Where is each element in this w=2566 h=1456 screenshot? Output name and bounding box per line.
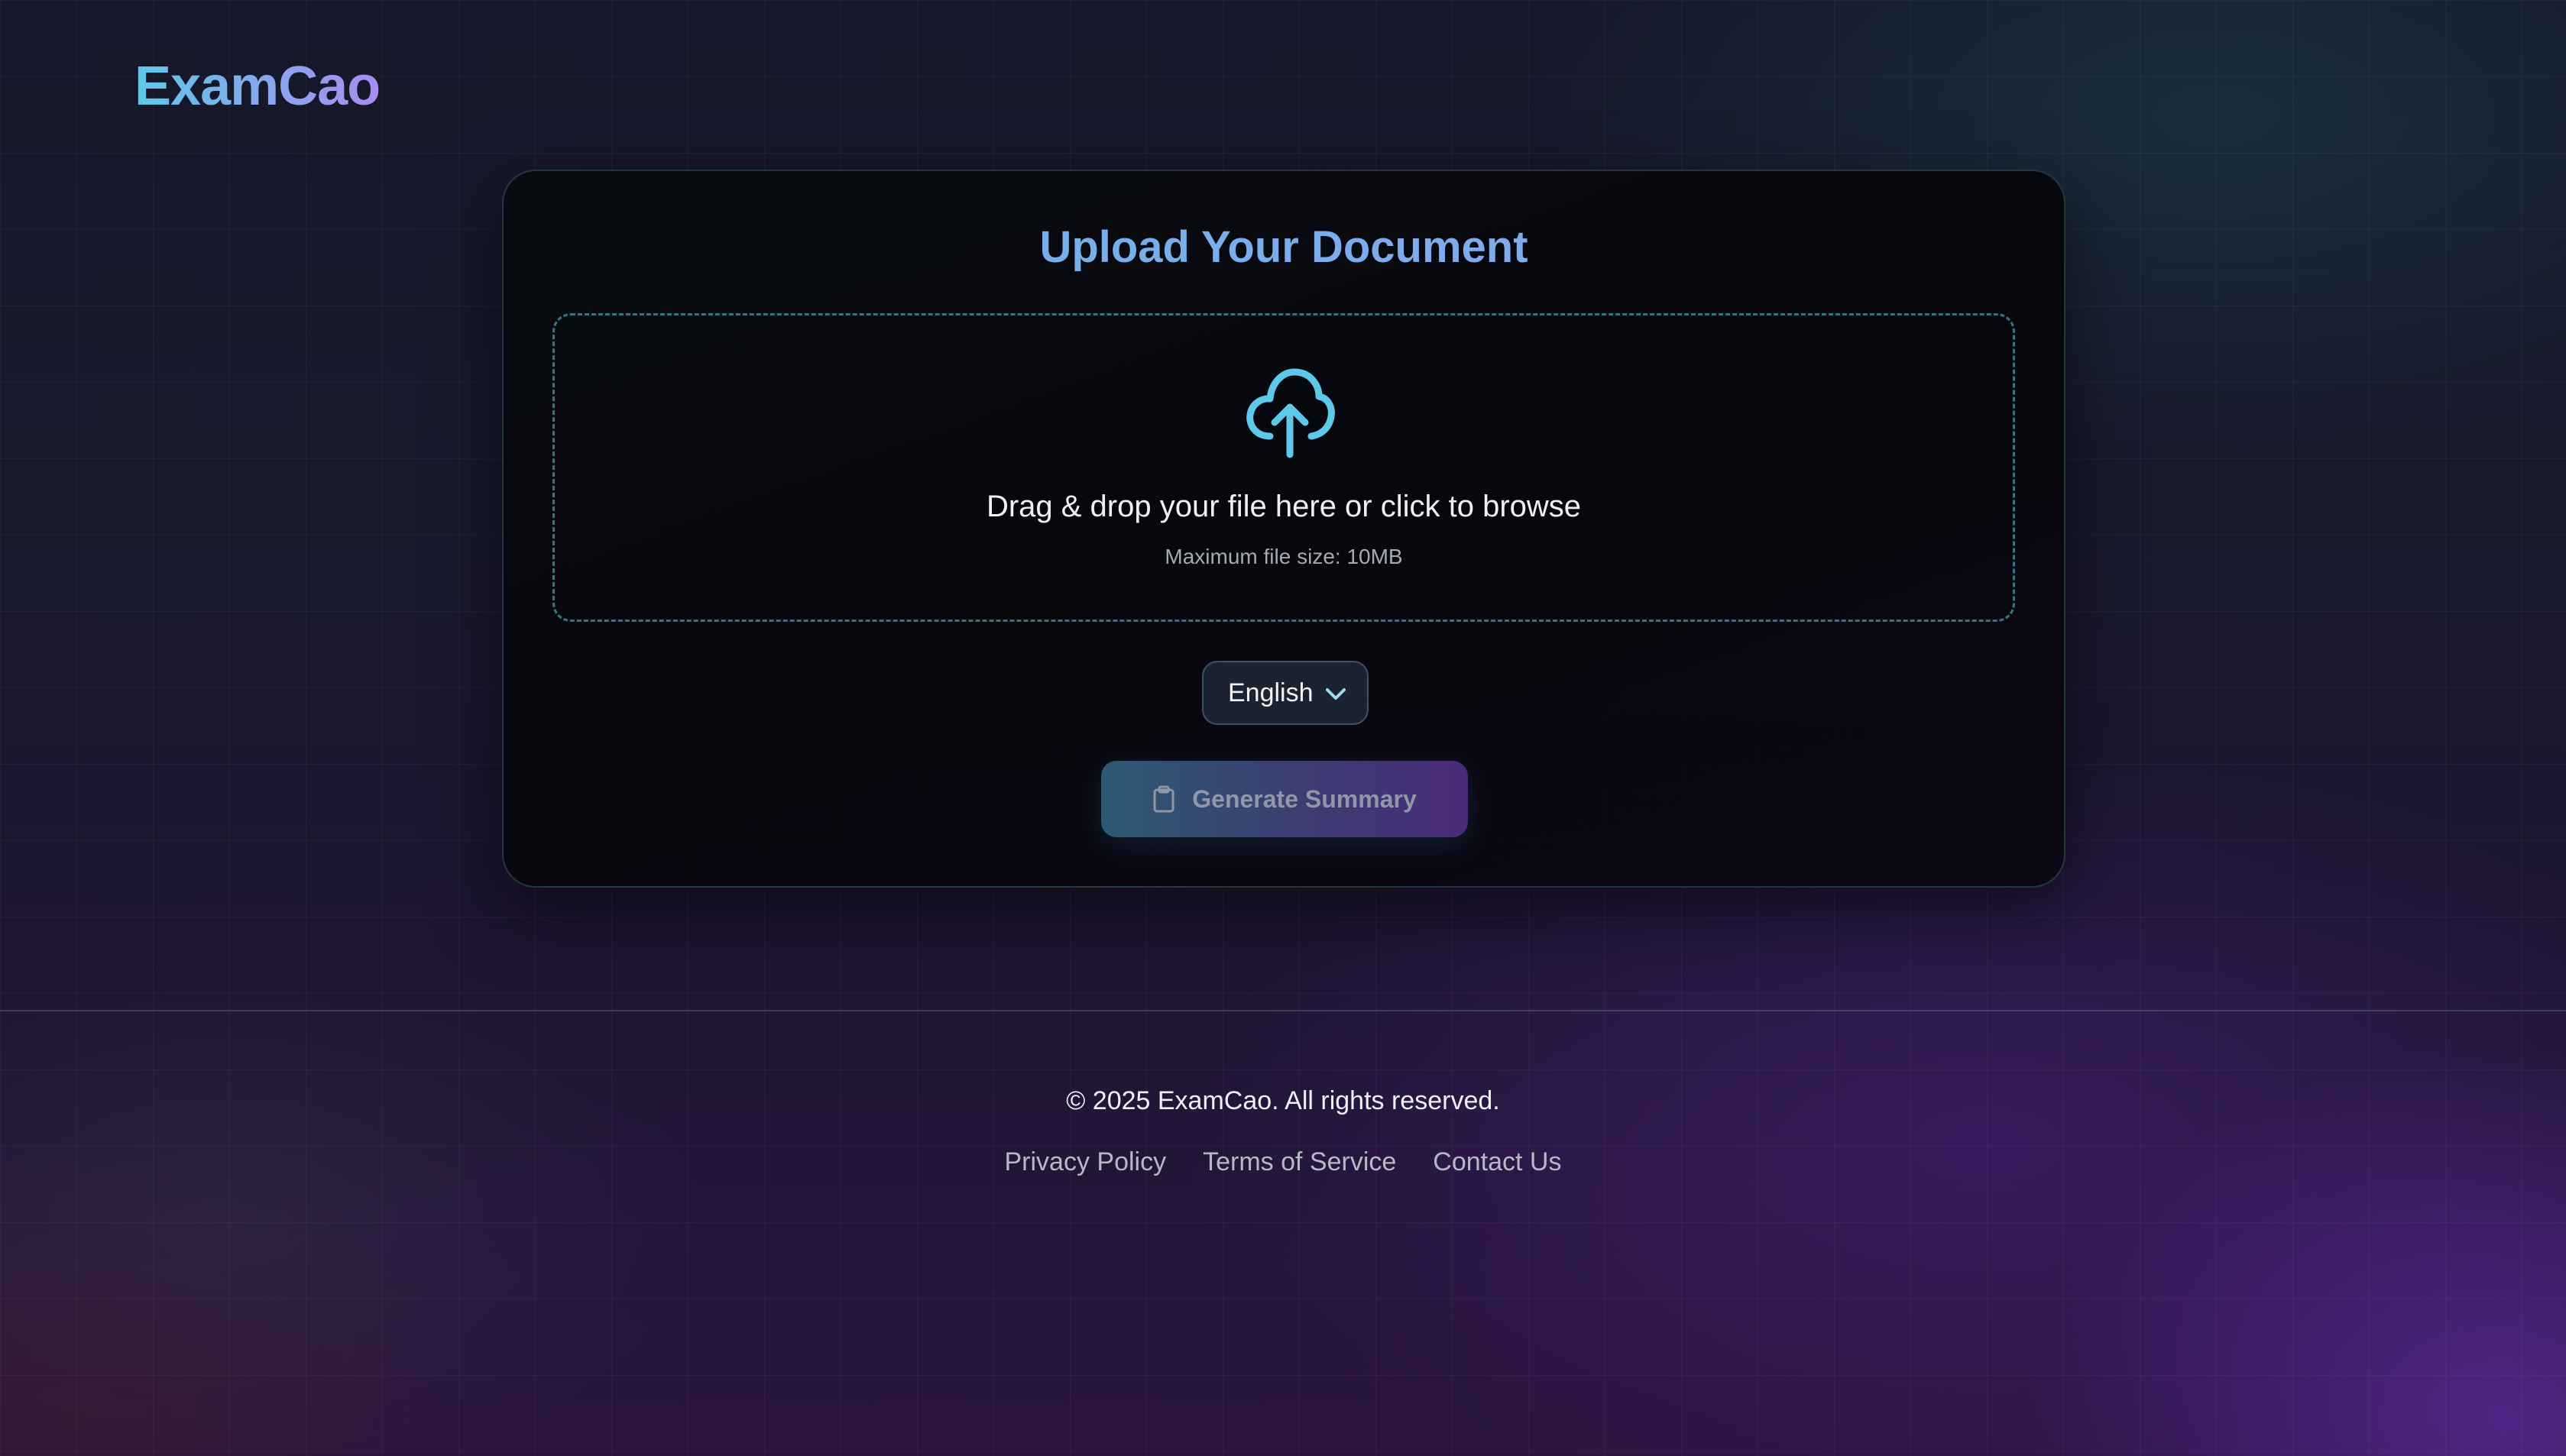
max-file-size-note: Maximum file size: 10MB <box>1165 545 1403 568</box>
dropzone-instruction: Drag & drop your file here or click to b… <box>986 490 1582 523</box>
footer-divider <box>0 1010 2566 1011</box>
contact-us-link[interactable]: Contact Us <box>1433 1147 1561 1177</box>
language-selected-value: English <box>1228 678 1314 707</box>
upload-title: Upload Your Document <box>504 222 2064 273</box>
terms-of-service-link[interactable]: Terms of Service <box>1203 1147 1396 1177</box>
upload-card: Upload Your Document Drag & drop your fi… <box>502 170 2065 888</box>
footer-links: Privacy Policy Terms of Service Contact … <box>0 1147 2566 1177</box>
footer-copyright: © 2025 ExamCao. All rights reserved. <box>1066 1086 1500 1115</box>
generate-summary-button[interactable]: Generate Summary <box>1101 761 1468 837</box>
generate-summary-label: Generate Summary <box>1192 785 1417 813</box>
chevron-down-icon <box>1326 688 1346 700</box>
language-select[interactable]: English <box>1202 661 1369 725</box>
file-dropzone[interactable]: Drag & drop your file here or click to b… <box>552 313 2015 622</box>
brand-logo[interactable]: ExamCao <box>134 55 381 118</box>
clipboard-icon <box>1153 785 1174 813</box>
privacy-policy-link[interactable]: Privacy Policy <box>1005 1147 1167 1177</box>
cloud-upload-icon <box>1246 368 1335 458</box>
